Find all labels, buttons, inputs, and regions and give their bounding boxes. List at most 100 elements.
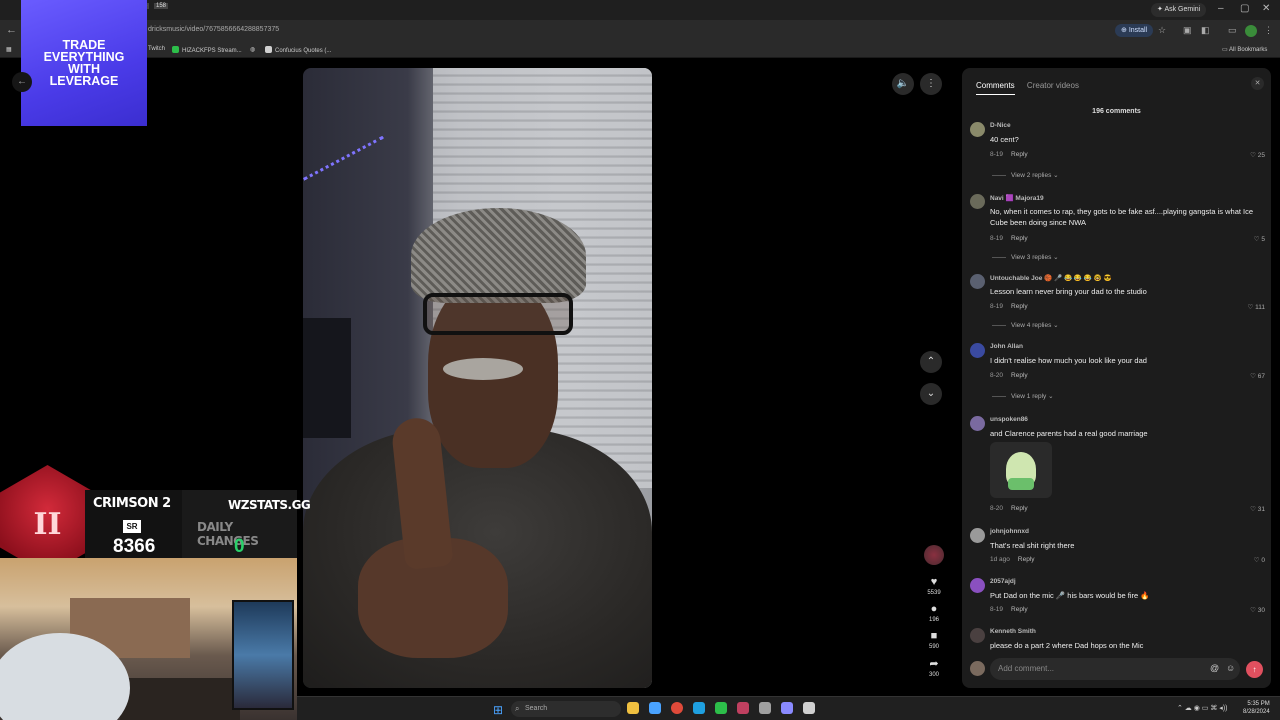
comment-author[interactable]: johnjohnnxd (990, 528, 1029, 535)
view-replies-button[interactable]: View 2 replies ⌄ (992, 171, 1059, 179)
person-glasses (423, 293, 573, 335)
comment-author[interactable]: Kenneth Smith (990, 628, 1036, 635)
video-player[interactable] (303, 68, 652, 688)
send-button[interactable]: ↑ (1246, 661, 1263, 678)
taskbar-search[interactable]: ⌕ Search (511, 701, 621, 717)
view-replies-button[interactable]: View 3 replies ⌄ (992, 253, 1059, 261)
comment-text: please do a part 2 where Dad hops on the… (990, 641, 1144, 650)
comment-author[interactable]: D-Nice (990, 122, 1011, 129)
taskbar-app-icon[interactable] (737, 702, 749, 714)
comment-author[interactable]: Untouchable Joe 🏀 🎤 😂 😂 😂 🤓 😎 (990, 274, 1112, 282)
star-icon[interactable]: ☆ (1158, 25, 1166, 36)
bookmark-button[interactable]: ■ 590 (922, 630, 946, 650)
previous-video-button[interactable]: ⌃ (920, 351, 942, 373)
avatar[interactable] (970, 416, 985, 431)
reply-button[interactable]: Reply (1011, 303, 1028, 310)
like-button[interactable]: ♥ 5539 (922, 576, 946, 596)
exit-arrow-button[interactable]: ← (12, 72, 32, 92)
reply-button[interactable]: Reply (1018, 556, 1035, 563)
chrome-icon[interactable] (671, 702, 683, 714)
reply-button[interactable]: Reply (1011, 606, 1028, 613)
site-label: WZSTATS.GG (228, 498, 311, 512)
comment-author[interactable]: Navi 🟪 Majora19 (990, 194, 1044, 202)
taskbar-clock[interactable]: 5:35 PM 8/28/2024 (1243, 700, 1270, 716)
comment-author[interactable]: 2057ajdj (990, 578, 1016, 585)
xbox-icon[interactable] (715, 702, 727, 714)
like-count: 30 (1257, 607, 1265, 614)
address-bar[interactable]: dricksmusic/video/7675856664288857375 (148, 26, 279, 33)
taskbar-app-icon[interactable] (781, 702, 793, 714)
trade-ad-overlay: TRADE EVERYTHING WITH LEVERAGE (21, 0, 147, 126)
tab-count-b[interactable]: 158 (154, 3, 169, 9)
panel-tabs: Comments Creator videos (976, 81, 1089, 95)
avatar[interactable] (970, 578, 985, 593)
screen: 5 158 ✦ Ask Gemini – ▢ ✕ ← dricksmusic/v… (0, 0, 1280, 720)
bookmark-hizack[interactable]: HIZACKFPS Stream... (172, 46, 242, 54)
reply-button[interactable]: Reply (1011, 505, 1028, 512)
view-replies-button[interactable]: View 1 reply ⌄ (992, 392, 1054, 400)
apps-grid-icon[interactable]: ▦ (6, 46, 12, 53)
reply-button[interactable]: Reply (1011, 235, 1028, 242)
ask-gemini-button[interactable]: ✦ Ask Gemini (1151, 3, 1207, 17)
comment-date: 8-20 (990, 372, 1004, 379)
all-bookmarks[interactable]: ▭ All Bookmarks (1222, 46, 1267, 53)
bookmark-globe[interactable]: ◍ (250, 46, 255, 53)
taskbar-app-icon[interactable] (693, 702, 705, 714)
puzzle-icon[interactable]: ◧ (1201, 25, 1210, 36)
close-icon[interactable]: ✕ (1251, 77, 1264, 90)
back-arrow-icon[interactable]: ← (6, 24, 17, 36)
comment-input[interactable]: Add comment... (990, 658, 1240, 680)
avatar[interactable] (970, 194, 985, 209)
next-video-button[interactable]: ⌄ (920, 383, 942, 405)
install-label: Install (1128, 27, 1148, 34)
avatar[interactable] (970, 343, 985, 358)
system-tray[interactable]: ⌃ ☁ ◉ ▭ ⌘ ◂)) (1177, 704, 1228, 712)
clock-date: 8/28/2024 (1243, 709, 1270, 715)
tab-creator-videos[interactable]: Creator videos (1027, 81, 1079, 94)
more-options-icon[interactable]: ⋮ (920, 73, 942, 95)
bookmark-confucius[interactable]: Confucius Quotes (... (265, 46, 331, 54)
close-window-button[interactable]: ✕ (1262, 3, 1270, 14)
view-replies-button[interactable]: View 4 replies ⌄ (992, 321, 1059, 329)
volume-icon[interactable]: 🔈 (892, 73, 914, 95)
share-count: 300 (928, 672, 939, 678)
bookmark-twitch[interactable]: Twitch (148, 46, 165, 52)
profile-avatar[interactable] (1245, 25, 1257, 37)
taskbar-app-icon[interactable] (803, 702, 815, 714)
avatar[interactable] (970, 122, 985, 137)
comment-author[interactable]: unspoken86 (990, 416, 1028, 423)
maximize-button[interactable]: ▢ (1240, 3, 1249, 14)
minimize-button[interactable]: – (1218, 3, 1224, 14)
comment-item: Kenneth Smith please do a part 2 where D… (970, 628, 1265, 654)
reply-button[interactable]: Reply (1011, 151, 1028, 158)
taskbar-app-icon[interactable] (649, 702, 661, 714)
taskbar-app-icon[interactable] (759, 702, 771, 714)
menu-icon[interactable]: ⋮ (1264, 25, 1273, 36)
comment-button[interactable]: ● 196 (922, 603, 946, 623)
mention-icon[interactable]: @ (1210, 663, 1219, 673)
share-button[interactable]: ➦ 300 (922, 657, 946, 678)
avatar[interactable] (970, 528, 985, 543)
comment-like[interactable]: ♡ 25 (1250, 151, 1265, 159)
avatar[interactable] (970, 274, 985, 289)
emoji-icon[interactable]: ☺ (1226, 663, 1235, 673)
reply-button[interactable]: Reply (1011, 372, 1028, 379)
comment-like[interactable]: ♡ 67 (1250, 372, 1265, 380)
taskbar-search-label: Search (525, 705, 548, 712)
tab-comments[interactable]: Comments (976, 81, 1015, 95)
comment-like[interactable]: ♡ 30 (1250, 606, 1265, 614)
comment-author[interactable]: John Allan (990, 343, 1023, 350)
comment-like[interactable]: ♡ 31 (1250, 505, 1265, 513)
avatar[interactable] (970, 628, 985, 643)
creator-avatar[interactable] (924, 545, 944, 565)
taskbar-app-icon[interactable] (627, 702, 639, 714)
comment-like[interactable]: ♡ 0 (1254, 556, 1265, 564)
all-bookmarks-label: All Bookmarks (1229, 47, 1268, 53)
comment-like[interactable]: ♡ 111 (1247, 303, 1265, 311)
install-button[interactable]: ⊕ Install (1115, 24, 1154, 37)
comment-text: and Clarence parents had a real good mar… (990, 429, 1148, 438)
windows-start-icon[interactable]: ⊞ (493, 703, 503, 717)
extension-icon[interactable]: ▣ (1183, 25, 1192, 36)
sidepanel-icon[interactable]: ▭ (1228, 25, 1237, 36)
comment-like[interactable]: ♡ 5 (1254, 235, 1265, 243)
